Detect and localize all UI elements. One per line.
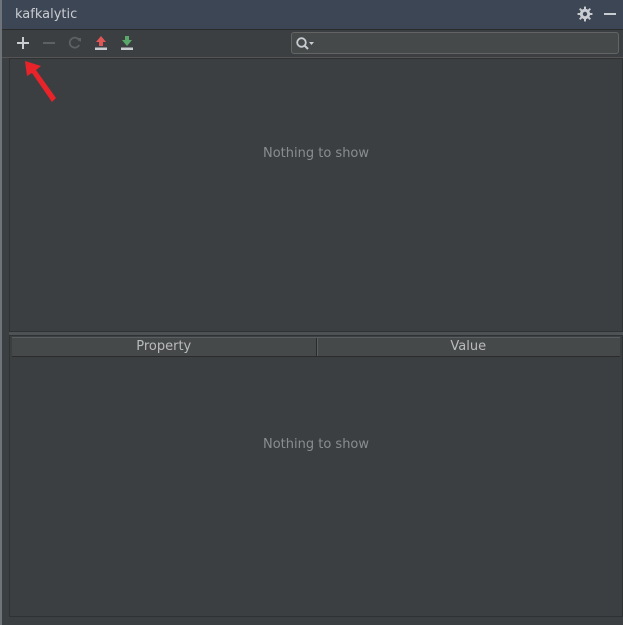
add-icon xyxy=(17,37,29,49)
tool-window-header: kafkalytic xyxy=(2,0,623,30)
cluster-tree-panel[interactable]: Nothing to show xyxy=(9,58,623,332)
remove-icon xyxy=(43,42,55,44)
download-button[interactable] xyxy=(118,34,136,52)
refresh-button[interactable] xyxy=(66,34,84,52)
add-button[interactable] xyxy=(14,34,32,52)
toolbar xyxy=(2,30,623,58)
minimize-icon[interactable] xyxy=(602,6,618,22)
search-input[interactable] xyxy=(318,34,618,54)
column-header-value[interactable]: Value xyxy=(317,338,621,356)
gear-icon[interactable] xyxy=(577,6,593,22)
properties-table-header: Property Value xyxy=(12,337,620,357)
download-icon xyxy=(121,36,133,50)
properties-panel[interactable]: Property Value Nothing to show xyxy=(9,335,623,617)
refresh-icon xyxy=(68,36,81,49)
kafkalytic-tool-window: kafkalytic Nothing to show Property Valu… xyxy=(0,0,623,625)
search-icon[interactable] xyxy=(295,36,317,52)
search-field[interactable] xyxy=(291,32,619,54)
tree-empty-text: Nothing to show xyxy=(262,146,370,161)
remove-button[interactable] xyxy=(40,34,58,52)
tool-window-title: kafkalytic xyxy=(15,7,78,22)
column-header-property[interactable]: Property xyxy=(12,338,317,356)
upload-button[interactable] xyxy=(92,34,110,52)
properties-empty-text: Nothing to show xyxy=(262,437,370,452)
upload-icon xyxy=(95,36,107,50)
